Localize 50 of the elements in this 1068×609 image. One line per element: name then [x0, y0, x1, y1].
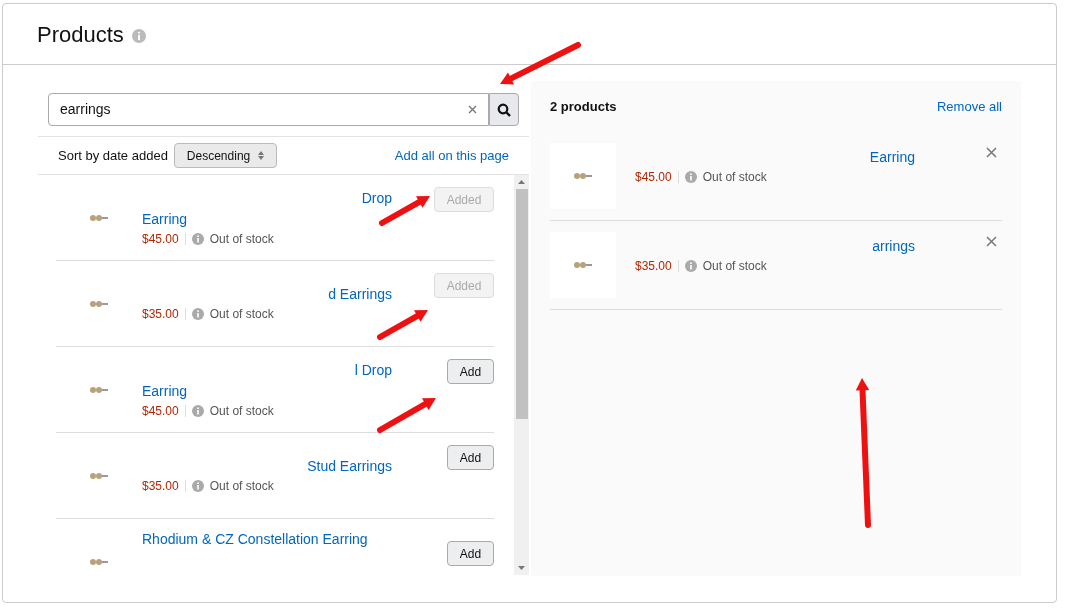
product-title-link[interactable]: Earring [142, 208, 392, 230]
remove-button[interactable] [985, 146, 998, 159]
product-title-link[interactable]: l Drop [142, 359, 392, 381]
product-price: $45.00 [635, 168, 672, 186]
product-price: $45.00 [142, 402, 179, 420]
product-title-link[interactable]: Stud Earrings [142, 456, 392, 477]
stock-status: Out of stock [702, 257, 767, 275]
info-icon [191, 404, 204, 417]
info-icon [191, 308, 204, 320]
stock-status: Out of stock [209, 478, 274, 495]
sort-caret-icon [258, 151, 265, 160]
product-title-link[interactable]: Earring [635, 146, 915, 168]
search-icon [497, 102, 511, 117]
product-price: $35.00 [142, 478, 179, 495]
selected-count: 2 products [550, 97, 617, 116]
sort-label: Sort by date added [58, 146, 168, 165]
add-button[interactable]: Add [447, 445, 494, 470]
product-title-link[interactable]: d Earrings [142, 284, 392, 305]
search-button[interactable] [489, 93, 519, 126]
product-price: $35.00 [635, 257, 672, 275]
remove-all-link[interactable]: Remove all [936, 96, 1002, 117]
info-icon [684, 170, 697, 183]
product-price: $35.00 [142, 306, 179, 323]
scroll-down-icon[interactable] [518, 566, 525, 570]
info-icon [131, 29, 146, 43]
stock-status: Out of stock [209, 306, 274, 323]
stock-status: Out of stock [209, 402, 274, 420]
sort-dropdown[interactable]: Descending [173, 143, 278, 168]
clear-icon[interactable] [468, 105, 477, 114]
remove-button[interactable] [985, 235, 998, 248]
page-title: Products [37, 20, 124, 49]
info-icon [191, 480, 204, 492]
info-icon [684, 259, 697, 272]
scrollbar[interactable] [514, 175, 529, 575]
product-title-link[interactable]: Drop [142, 187, 392, 209]
add-all-link[interactable]: Add all on this page [394, 145, 509, 166]
info-icon [191, 232, 204, 245]
stock-status: Out of stock [209, 230, 274, 248]
product-title-link[interactable]: Earring [142, 380, 392, 402]
scroll-up-icon[interactable] [518, 180, 525, 184]
stock-status: Out of stock [702, 168, 767, 186]
product-price: $45.00 [142, 230, 179, 248]
close-icon [986, 236, 997, 247]
search-value: earrings [60, 100, 112, 119]
search-field[interactable]: earrings [48, 93, 489, 126]
product-title-link[interactable]: Rhodium & CZ Constellation Earring [142, 529, 392, 550]
close-icon [986, 147, 997, 158]
product-title-link[interactable]: arrings [635, 235, 915, 257]
add-button[interactable]: Add [447, 541, 494, 566]
add-button[interactable]: Add [447, 359, 494, 384]
